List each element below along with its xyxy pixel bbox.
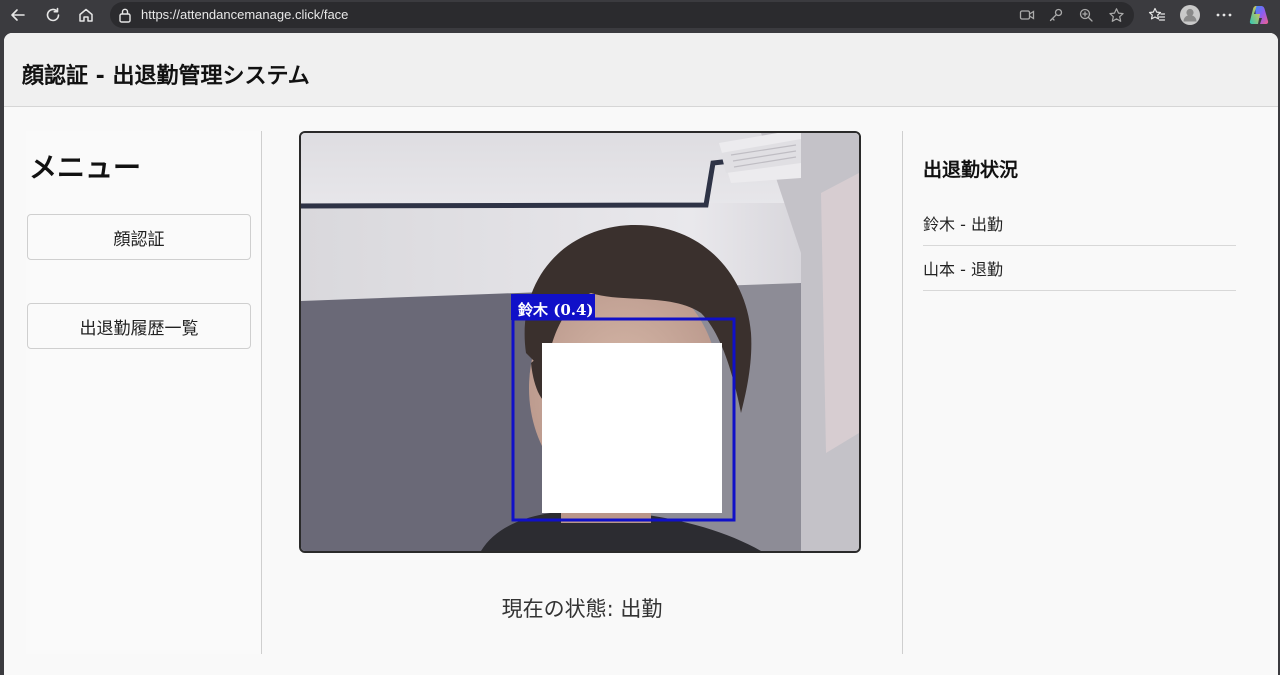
attendance-title: 出退勤状況 [923, 159, 1019, 181]
sidebar-title: メニュー [29, 151, 142, 184]
browser-toolbar: https://attendancemanage.click/face [0, 0, 1280, 30]
lock-icon[interactable] [118, 7, 132, 27]
profile-icon[interactable] [1179, 4, 1201, 26]
star-icon[interactable] [1107, 6, 1125, 24]
attendance-history-button[interactable]: 出退勤履歴一覧 [27, 303, 251, 349]
camera-icon[interactable] [1018, 6, 1036, 24]
back-icon[interactable] [7, 4, 29, 26]
more-icon[interactable] [1213, 4, 1235, 26]
face-auth-button[interactable]: 顔認証 [27, 214, 251, 260]
favorites-icon[interactable] [1146, 4, 1168, 26]
page-title: 顔認証 - 出退勤管理システム [22, 64, 310, 89]
camera-feed: 鈴木 (0.4) [299, 131, 861, 553]
attendance-record: 山本 - 退勤 [923, 246, 1236, 291]
url-text[interactable]: https://attendancemanage.click/face [141, 7, 348, 22]
face-mask [542, 343, 722, 513]
sidebar: メニュー 顔認証 出退勤履歴一覧 [26, 131, 262, 654]
attendance-record: 鈴木 - 出勤 [923, 201, 1236, 246]
zoom-icon[interactable] [1077, 6, 1095, 24]
status-text: 現在の状態: 出勤 [501, 597, 663, 621]
page: 顔認証 - 出退勤管理システム メニュー 顔認証 出退勤履歴一覧 鈴木 (0.4… [4, 33, 1278, 675]
address-bar[interactable]: https://attendancemanage.click/face [110, 2, 1134, 28]
copilot-icon[interactable] [1248, 4, 1270, 26]
detection-label: 鈴木 (0.4) [518, 301, 594, 319]
reload-icon[interactable] [42, 4, 64, 26]
attendance-panel: 出退勤状況 鈴木 - 出勤 山本 - 退勤 [902, 131, 1254, 654]
home-icon[interactable] [75, 4, 97, 26]
main-content: 鈴木 (0.4) 現在の状態: 出勤 [262, 131, 902, 654]
app-header: 顔認証 - 出退勤管理システム [4, 33, 1278, 107]
key-icon[interactable] [1047, 6, 1065, 24]
